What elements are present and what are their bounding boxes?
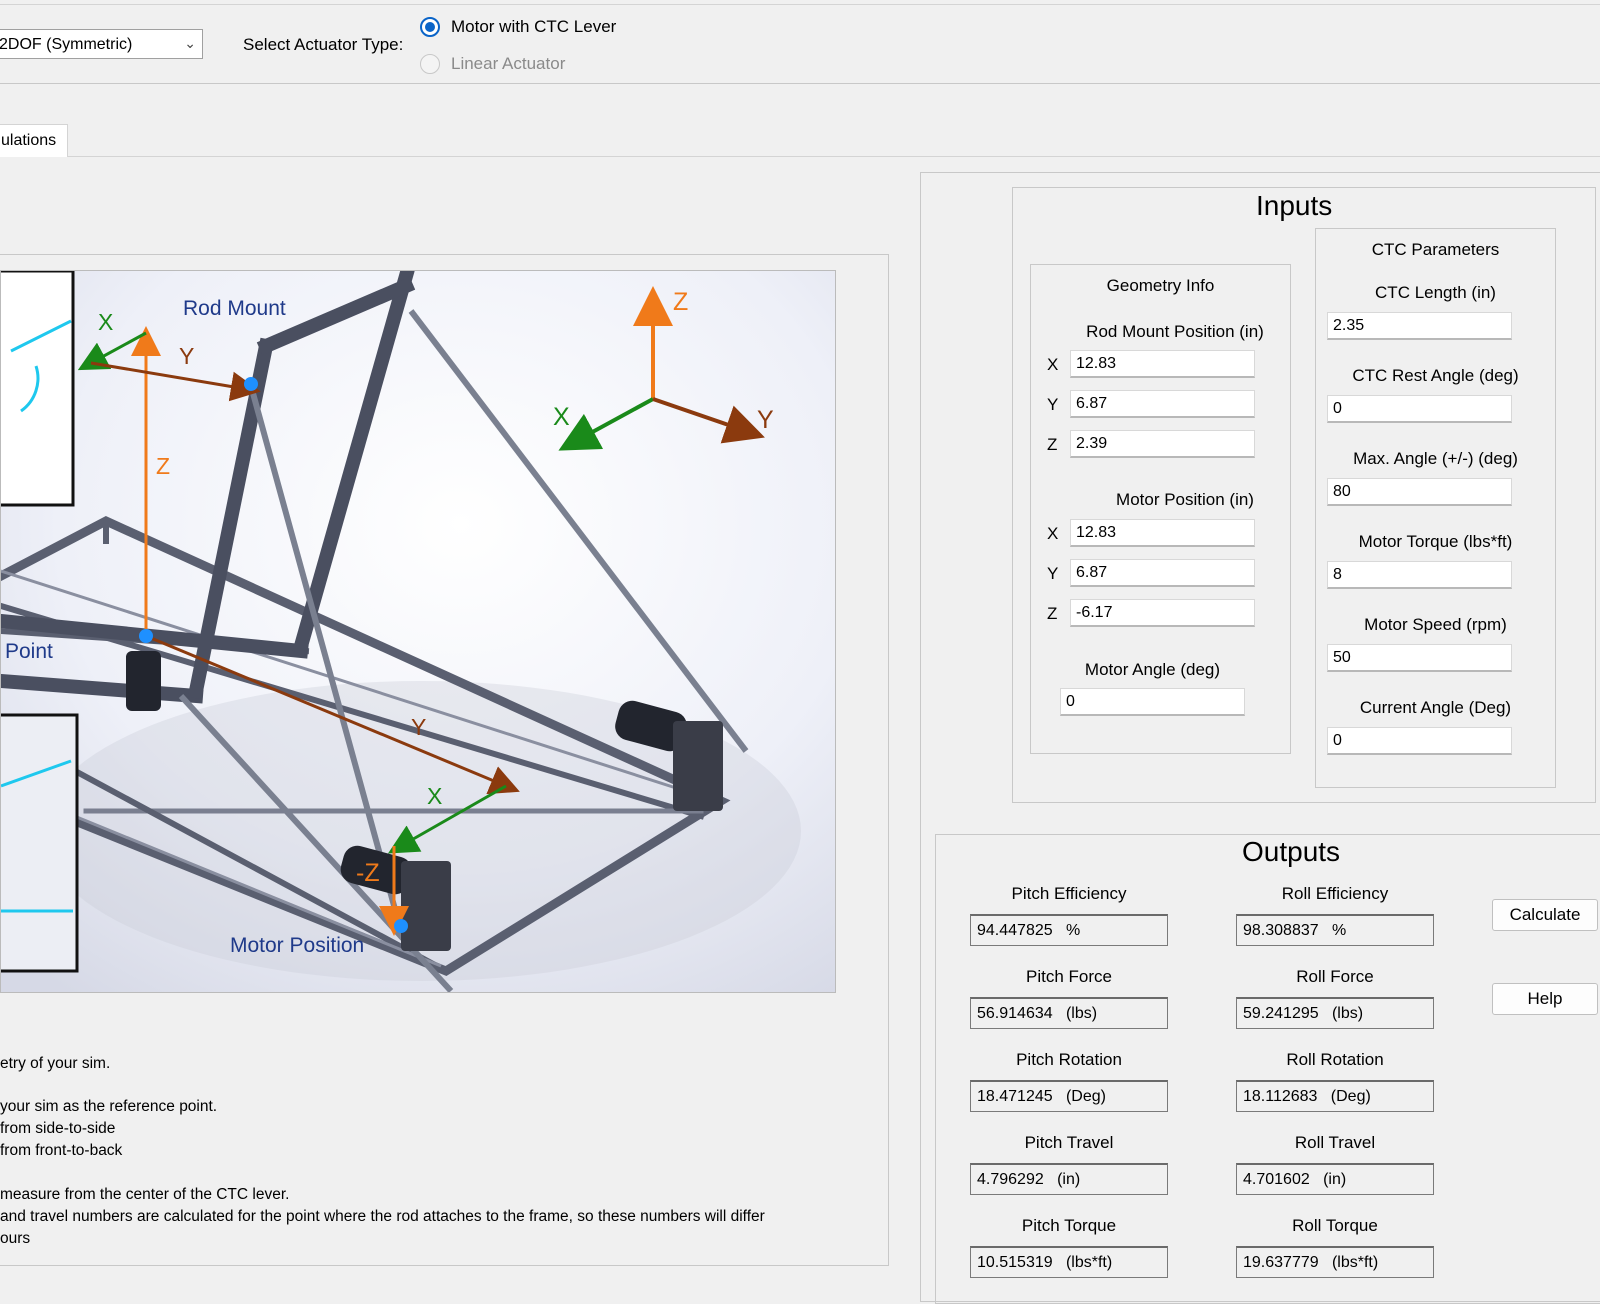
pitch-rotation-output: 18.471245 (Deg) [970, 1080, 1168, 1112]
motor-angle-input[interactable]: 0 [1060, 688, 1245, 716]
motor-z-axis-label: Z [1047, 604, 1058, 623]
pitch-force-output: 56.914634 (lbs) [970, 997, 1168, 1029]
reference-point-marker [139, 629, 153, 643]
top-border [0, 4, 1600, 5]
max-angle-label: Max. Angle (+/-) (deg) [1353, 449, 1518, 468]
roll-travel-label: Roll Travel [1294, 1133, 1376, 1152]
ctc-parameters-title: CTC Parameters [1371, 240, 1500, 259]
rod-x-axis-label: X [1047, 355, 1059, 374]
roll-rotation-output: 18.112683 (Deg) [1236, 1080, 1434, 1112]
sim-type-value: 2DOF (Symmetric) [0, 36, 133, 53]
rod-mount-y-input[interactable]: 6.87 [1070, 390, 1255, 418]
rod-y-label: Y [179, 343, 195, 369]
ctc-length-input[interactable]: 2.35 [1327, 312, 1512, 340]
motor-position-label: Motor Position [230, 934, 365, 957]
rod-z-label: Z [156, 453, 171, 479]
motor-neg-z-label: -Z [356, 859, 380, 887]
motor-center [126, 651, 161, 711]
description-line-1: etry of your sim. [0, 1055, 111, 1072]
roll-force-label: Roll Force [1296, 967, 1374, 986]
roll-efficiency-label: Roll Efficiency [1281, 884, 1389, 903]
rod-z-axis-label: Z [1047, 435, 1058, 454]
roll-force-output: 59.241295 (lbs) [1236, 997, 1434, 1029]
radio-motor-ctc-label[interactable]: Motor with CTC Lever [451, 17, 616, 37]
pitch-torque-label: Pitch Torque [1021, 1216, 1117, 1235]
rod-mount-marker [244, 377, 258, 391]
actuator-type-label: Select Actuator Type: [243, 35, 404, 54]
inputs-title: Inputs [1250, 190, 1339, 222]
motor-position-marker [394, 919, 408, 933]
pitch-travel-label: Pitch Travel [1024, 1133, 1114, 1152]
ctc-length-label: CTC Length (in) [1375, 283, 1496, 302]
rod-mount-x-input[interactable]: 12.83 [1070, 350, 1255, 378]
global-z-label: Z [673, 288, 689, 316]
roll-torque-output: 19.637779 (lbs*ft) [1236, 1246, 1434, 1278]
motor-y-label: Y [411, 714, 427, 740]
roll-torque-label: Roll Torque [1292, 1216, 1378, 1235]
pitch-rotation-label: Pitch Rotation [1016, 1050, 1122, 1069]
rod-mount-position-label: Rod Mount Position (in) [1086, 322, 1264, 341]
radio-motor-ctc[interactable] [420, 17, 440, 37]
roll-travel-output: 4.701602 (in) [1236, 1163, 1434, 1195]
global-y-label: Y [757, 406, 774, 434]
ctc-rest-angle-input[interactable]: 0 [1327, 395, 1512, 423]
geometry-info-title: Geometry Info [1106, 276, 1215, 295]
global-x-label: X [553, 403, 570, 431]
radio-linear-actuator-label[interactable]: Linear Actuator [451, 54, 565, 74]
help-button[interactable]: Help [1492, 983, 1598, 1015]
pitch-force-label: Pitch Force [1026, 967, 1112, 986]
max-angle-input[interactable]: 80 [1327, 478, 1512, 506]
pitch-efficiency-label: Pitch Efficiency [1011, 884, 1127, 903]
motor-torque-input[interactable]: 8 [1327, 561, 1512, 589]
toolbar-divider [0, 83, 1600, 84]
rod-y-axis-label: Y [1047, 395, 1059, 414]
motor-position-z-input[interactable]: -6.17 [1070, 599, 1255, 627]
description-line-6: and travel numbers are calculated for th… [0, 1208, 765, 1225]
sim-type-dropdown[interactable]: 2DOF (Symmetric) ⌄ [0, 29, 203, 59]
tab-calculations-label: ulations [1, 132, 57, 149]
tab-calculations[interactable]: ulations [0, 124, 68, 157]
motor-speed-input[interactable]: 50 [1327, 644, 1512, 672]
description-line-2: your sim as the reference point. [0, 1098, 218, 1115]
ctc-rest-angle-label: CTC Rest Angle (deg) [1352, 366, 1519, 385]
chevron-down-icon: ⌄ [184, 35, 196, 51]
rod-x-label: X [98, 309, 114, 335]
motor-angle-label: Motor Angle (deg) [1084, 660, 1221, 679]
roll-rotation-label: Roll Rotation [1286, 1050, 1384, 1069]
motor-x-axis-label: X [1047, 524, 1059, 543]
current-angle-input[interactable]: 0 [1327, 727, 1512, 755]
motor-speed-label: Motor Speed (rpm) [1364, 615, 1507, 634]
sim-geometry-diagram: Rod Mount Motor Position Point X Y Z Y X… [0, 270, 836, 993]
motor-torque-label: Motor Torque (lbs*ft) [1358, 532, 1513, 551]
current-angle-label: Current Angle (Deg) [1359, 698, 1512, 717]
diagram-svg [1, 271, 835, 992]
motor-position-y-input[interactable]: 6.87 [1070, 559, 1255, 587]
roll-efficiency-output: 98.308837 % [1236, 914, 1434, 946]
tab-strip-line [68, 156, 1600, 157]
description-line-5: measure from the center of the CTC lever… [0, 1186, 290, 1203]
reference-point-label: Point [5, 640, 53, 663]
motor-x-label: X [427, 783, 443, 809]
outputs-title: Outputs [1236, 836, 1347, 868]
motor-position-x-input[interactable]: 12.83 [1070, 519, 1255, 547]
radio-linear-actuator[interactable] [420, 54, 440, 74]
rod-mount-z-input[interactable]: 2.39 [1070, 430, 1255, 458]
calculate-button[interactable]: Calculate [1492, 899, 1598, 931]
description-line-4: from front-to-back [0, 1142, 123, 1159]
pitch-torque-output: 10.515319 (lbs*ft) [970, 1246, 1168, 1278]
motor-position-input-label: Motor Position (in) [1116, 490, 1254, 509]
pitch-efficiency-output: 94.447825 % [970, 914, 1168, 946]
description-line-3: from side-to-side [0, 1120, 116, 1137]
pitch-travel-output: 4.796292 (in) [970, 1163, 1168, 1195]
rod-mount-label: Rod Mount [183, 297, 286, 320]
motor-y-axis-label: Y [1047, 564, 1059, 583]
description-line-7: ours [0, 1230, 31, 1247]
